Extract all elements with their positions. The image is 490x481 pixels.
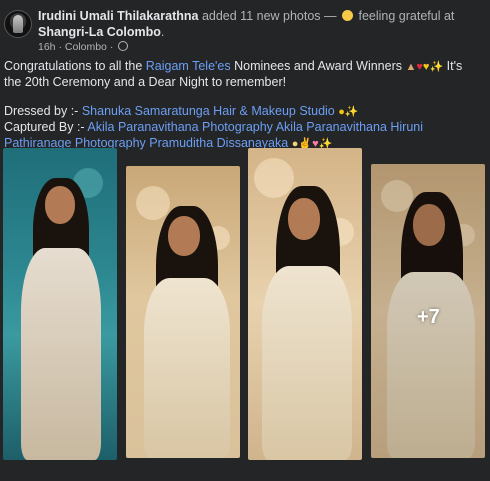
author-name[interactable]: Irudini Umali Thilakarathna (38, 9, 198, 23)
post-action: added 11 new photos — (201, 9, 337, 23)
grateful-emoji-icon (342, 10, 354, 21)
gallery-photo-3[interactable] (248, 148, 362, 460)
location-tag[interactable]: Colombo (65, 41, 107, 53)
feeling-text: feeling grateful at (358, 9, 455, 23)
more-photos-count[interactable]: +7 (417, 306, 440, 329)
post-headline: Irudini Umali Thilakarathna added 11 new… (38, 8, 468, 40)
sparkles-icon: ✨ (344, 106, 359, 118)
post-meta: 16h · Colombo · (38, 41, 129, 53)
post-time[interactable]: 16h (38, 41, 56, 53)
folded-hands-icon: ▲ (405, 61, 417, 73)
gallery-photo-4[interactable]: +7 (371, 164, 485, 458)
sparkles-icon: ✨ (429, 61, 444, 73)
facebook-post: Irudini Umali Thilakarathna added 11 new… (0, 0, 490, 481)
caption-paragraph-2: Dressed by :- Shanuka Samaratunga Hair &… (4, 103, 482, 119)
gallery-photo-1[interactable] (3, 148, 117, 460)
stylist-link[interactable]: Shanuka Samaratunga Hair & Makeup Studio (82, 104, 335, 118)
post-header: Irudini Umali Thilakarathna added 11 new… (2, 8, 482, 54)
caption-text: Congratulations to all the (4, 59, 143, 73)
author-avatar[interactable] (4, 10, 32, 38)
yellow-circle-icon: ● (338, 106, 345, 118)
place-suffix: . (160, 25, 165, 39)
dressed-by-label: Dressed by :- (4, 104, 79, 118)
captured-by-label: Captured By :- (4, 120, 85, 134)
photo-gallery: +7 (0, 146, 490, 462)
post-caption: Congratulations to all the Raigam Tele'e… (4, 58, 482, 151)
globe-icon (118, 41, 129, 51)
gallery-photo-2[interactable] (126, 166, 240, 458)
raigam-link[interactable]: Raigam Tele'es (146, 59, 231, 73)
place-link[interactable]: Shangri-La Colombo (38, 25, 161, 39)
caption-paragraph-1: Congratulations to all the Raigam Tele'e… (4, 58, 482, 90)
caption-text: Nominees and Award Winners (234, 59, 403, 73)
